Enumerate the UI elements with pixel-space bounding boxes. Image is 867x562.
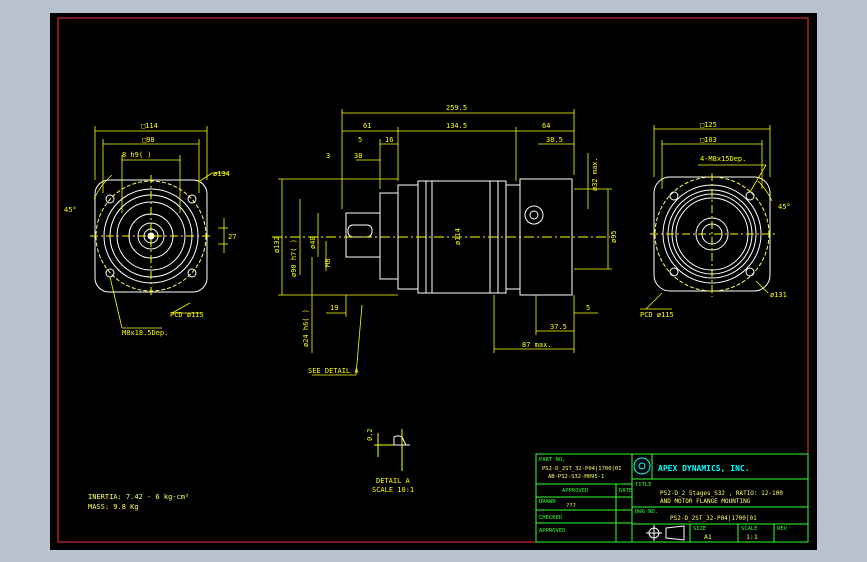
dim-sq98: □98 <box>142 136 155 144</box>
dim-27: 27 <box>228 233 236 241</box>
dim-45: 45° <box>64 206 77 214</box>
tb-scale-value: 1:1 <box>746 533 758 541</box>
dim-m8s: M8 <box>324 259 332 267</box>
dim-259: 259.5 <box>446 104 467 112</box>
dim-d134: ø134 <box>213 170 230 178</box>
dim-rear-holes: 4-M8x15Dep. <box>700 155 746 163</box>
tb-company: APEX DYNAMICS, INC. <box>658 464 750 473</box>
dim-61: 61 <box>363 122 371 130</box>
detail-dim-02: 0.2 <box>366 428 374 441</box>
dim-d114: ø114 <box>454 228 462 245</box>
dim-d95: ø95 <box>610 230 618 243</box>
dim-d32max: ø32 max. <box>591 157 599 191</box>
dim-m8: 8 h9( ) <box>122 151 152 159</box>
dim-d40: ø40 <box>309 236 317 249</box>
dim-holes: M8x18.5Dep. <box>122 329 168 337</box>
dim-19: 19 <box>330 304 338 312</box>
tb-part-no-1: PS2-D_2ST_32-P04|1700|01 <box>542 466 621 472</box>
detail-scale: SCALE 10:1 <box>372 486 414 494</box>
dim-sq125: □125 <box>700 121 717 129</box>
tb-title-label: TITLE <box>635 482 652 488</box>
tb-title-1: PS2-D_2 Stages_S32 , RATIO: 12-100 <box>660 490 783 497</box>
tb-part-no-2: AB-PS2-S32-M095-1 <box>548 474 604 480</box>
dim-64: 64 <box>542 122 550 130</box>
note-mass: MASS: 9.8 Kg <box>88 503 139 511</box>
detail-ref: SEE DETAIL A <box>308 367 359 375</box>
tb-drawn-value: ??? <box>566 503 576 509</box>
tb-approved-label: APPROVED <box>562 488 589 494</box>
tb-rev-label: REV <box>777 526 788 532</box>
cad-drawing: □114 □98 8 h9( ) ø134 45° 27 PCD ø115 M8… <box>50 13 817 550</box>
dim-pcd: PCD ø115 <box>170 311 204 319</box>
dim-385: 38.5 <box>546 136 563 144</box>
dim-134: 134.5 <box>446 122 467 130</box>
note-inertia: INERTIA: 7.42 - 6 kg-cm² <box>88 493 189 501</box>
dim-375: 37.5 <box>550 323 567 331</box>
tb-size-label: SIZE <box>693 526 706 532</box>
tb-date-label: DATE <box>619 488 632 494</box>
dim-38: 38 <box>354 152 362 160</box>
dim-d24: ø24 h6( ) <box>302 309 310 347</box>
dim-d131: ø131 <box>770 291 787 299</box>
tb-title-2: AND MOTOR FLANGE MOUNTING <box>660 498 751 505</box>
tb-size-value: A1 <box>704 533 712 541</box>
tb-dwg-label: DWG NO. <box>635 509 658 515</box>
dim-d132: ø132 <box>273 236 281 253</box>
dim-rear-45: 45° <box>778 203 791 211</box>
tb-dwg-value: PS2-D_2ST_32-P04|1700|01 <box>670 515 757 522</box>
cad-viewport[interactable]: □114 □98 8 h9( ) ø134 45° 27 PCD ø115 M8… <box>50 13 817 550</box>
dim-rear-pcd: PCD ø115 <box>640 311 674 319</box>
dim-sq114: □114 <box>141 122 158 130</box>
dim-5: 5 <box>358 136 362 144</box>
dim-sq103: □103 <box>700 136 717 144</box>
dim-d90: ø90 h7( ) <box>290 239 298 277</box>
dim-16: 16 <box>385 136 393 144</box>
tb-part-no-label: PART NO. <box>539 457 566 463</box>
dim-3: 3 <box>326 152 330 160</box>
detail-title: DETAIL A <box>376 477 411 485</box>
tb-approved2-label: APPROVED <box>539 528 566 534</box>
tb-checked-label: CHECKED <box>539 515 562 521</box>
dim-5b: 5 <box>586 304 590 312</box>
tb-scale-label: SCALE <box>741 526 758 532</box>
tb-drawn-label: DRAWN <box>539 499 556 505</box>
dim-87: 87 max. <box>522 341 552 349</box>
